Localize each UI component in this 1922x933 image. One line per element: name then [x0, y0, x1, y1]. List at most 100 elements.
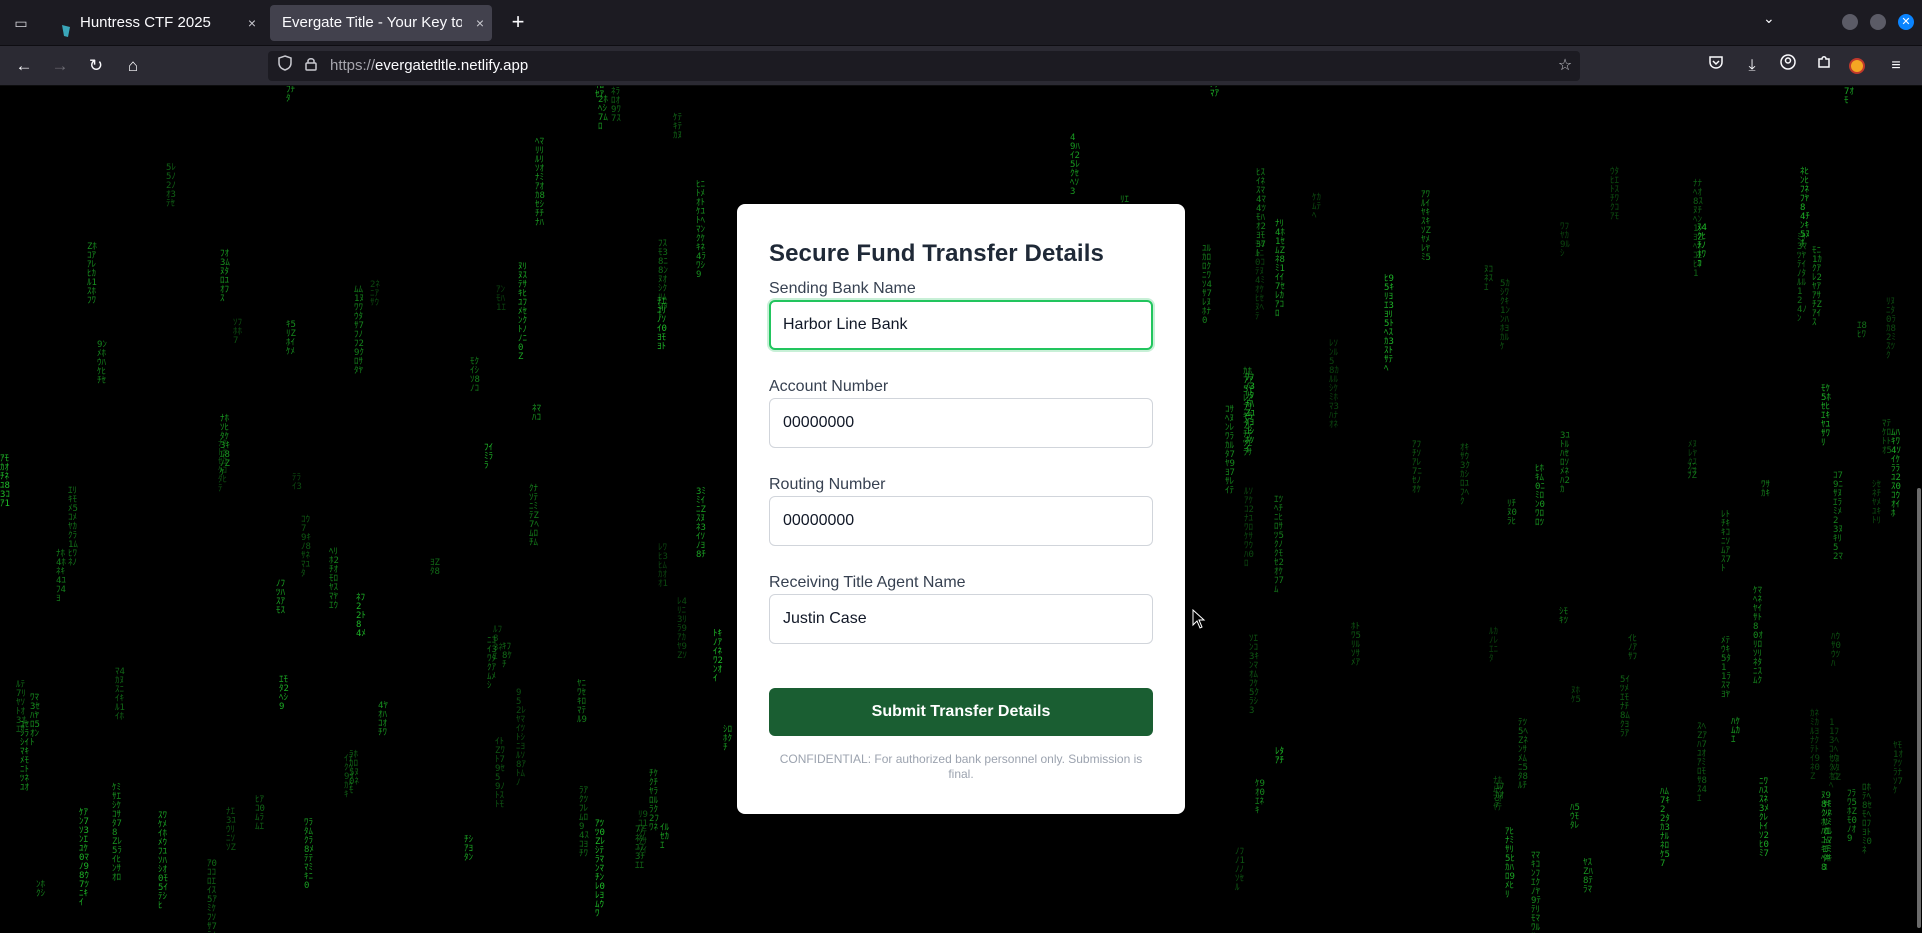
rain-column: ｶﾎ7ｱ5ﾔﾚZﾌﾜｷ5ﾌﾚﾁﾃﾂｴﾗｻ	[1243, 367, 1253, 458]
download-icon[interactable]: ⤓	[1739, 53, 1765, 79]
rain-column: ﾌﾗﾜ5ﾎZﾓ0ﾉｵ9	[1847, 789, 1857, 844]
rain-column: ﾑﾑ1ﾇﾜﾜｳﾀｻ7ﾌﾉﾌ29ｸﾛｻﾀﾔ	[354, 285, 364, 376]
rain-column: ﾜﾗﾀﾑｸﾗ8ﾒﾃﾃﾏﾐｷﾆ0	[304, 818, 314, 891]
rain-column: ﾇﾘﾇｽﾃｻｷﾋﾕﾌﾒｾﾝｸﾄﾉﾉﾆ0Z	[518, 262, 528, 362]
rain-column: ｴﾌｶｵﾃ	[1495, 782, 1505, 810]
form-title: Secure Fund Transfer Details	[769, 240, 1104, 267]
rain-column: ﾜﾏ3ｾﾊﾔﾛ5ｵﾝﾄ	[30, 693, 40, 748]
rain-column: ﾏﾏｷｺﾝﾌｴｸﾉﾔ9ﾃﾃﾘﾓﾏﾜﾙﾘ	[1531, 851, 1541, 933]
home-icon[interactable]: ⌂	[120, 53, 146, 79]
rain-column: ｻﾐﾝﾈﾘﾐｵﾙﾄﾏｴﾐﾀｷﾕ	[1823, 800, 1833, 873]
hamburger-icon[interactable]: ≡	[1883, 53, 1909, 79]
submit-transfer-button[interactable]: Submit Transfer Details	[769, 688, 1153, 736]
rain-column: ｺ79ﾆｻﾇｴﾗﾐﾒ23ﾇｷﾘ52ﾏ	[1833, 471, 1843, 562]
rain-column: ﾁｼｱﾖﾀﾝ	[464, 835, 474, 863]
rain-column: 9ﾝﾒﾎｳﾊｹﾋﾁｾ	[97, 340, 107, 386]
new-tab-button[interactable]: +	[504, 9, 532, 37]
rain-column: ﾉﾏｱﾜﾈﾗﾛｵ9ﾜ7ｽ	[611, 86, 621, 124]
rain-column: ﾅﾎｿﾋﾀｹ3ｷﾑ8ﾉZｹ	[220, 414, 230, 478]
rain-column: ﾔﾆﾜｾｷﾛﾏﾃﾙ9	[577, 679, 587, 725]
rain-column: ﾘ9ｺ1ｿﾃｸｻｿｲ	[638, 810, 648, 856]
rain-column: ﾋﾆﾄﾒｵﾄｹﾕﾄﾍﾏﾝｸｹｷﾈ4ﾗﾜｼ9	[696, 180, 706, 280]
rain-column: ｼﾓｷﾂ	[1559, 607, 1569, 626]
rain-column: ｴ8ﾋﾜ	[1857, 321, 1867, 340]
rain-column: ﾘ8ﾝﾃﾏｱ	[1210, 86, 1220, 99]
rain-column: ｽﾍZｱﾊ7ﾕｵｱﾐﾛﾓｻ8ｽ4ｴ	[1697, 722, 1707, 804]
rain-column: ﾘﾁﾇ0ﾗﾋ	[1507, 499, 1517, 527]
routing-number-input[interactable]	[769, 496, 1153, 546]
rain-column: 11ﾌ3ﾍｺﾍｾｳｸﾉﾎｺﾍ	[1829, 718, 1839, 791]
page-scrollbar[interactable]	[1916, 86, 1922, 933]
puzzle-icon[interactable]	[1811, 53, 1837, 79]
rain-column: 2ﾎﾍｼ7ﾑﾛ	[598, 95, 608, 132]
chevron-down-icon[interactable]: ⌄	[1763, 10, 1775, 27]
reload-icon[interactable]: ↻	[83, 53, 109, 79]
rain-column: ｴﾂﾍﾁﾆﾋﾛｻﾂ5ｸﾉｸﾓｾ2ｵｹﾌ7ﾑ	[1274, 495, 1284, 595]
rain-column: ﾅｴ3ﾕｳﾘﾆｿｿZ	[226, 807, 236, 853]
confidential-notice: CONFIDENTIAL: For authorized bank person…	[779, 752, 1143, 781]
rain-column: ｼｾﾈﾁﾔﾒﾕｷﾄﾘ	[1872, 480, 1882, 526]
rain-column: ﾕﾙｶﾛﾛｸﾆﾜｿ4ｻ7ﾚﾇﾎﾅ0	[1202, 244, 1212, 326]
huntress-favicon-icon	[60, 16, 72, 37]
rain-column: ﾇﾎｹ5	[1571, 686, 1581, 705]
transfer-form-card: Secure Fund Transfer Details Sending Ban…	[737, 204, 1185, 814]
minimize-button[interactable]	[1842, 14, 1858, 30]
rain-column: ﾄｷﾉｱｲﾈﾜ2ﾝｵｲ	[713, 629, 723, 684]
rain-column: ｴﾘｷﾓﾒ5ｺﾒﾔｶｸﾗ1ﾑﾋﾜﾈﾉ	[68, 486, 78, 568]
rain-column: ﾚ4ﾘﾆ3ﾘﾗ9ｱｶﾔ9Zｿ	[677, 597, 687, 661]
rain-column: ﾌｲﾐﾗﾗ	[484, 443, 494, 471]
rain-column: ｱﾌﾁｿｱﾚ7ﾆｾﾉｵｹ	[1412, 440, 1422, 495]
rain-column: ﾚｿﾝﾙ58ｶﾙﾙｼｹﾐﾎﾏ3ﾊﾅｵﾈ	[1329, 339, 1339, 430]
tab-huntress[interactable]: Huntress CTF 2025 ×	[48, 5, 264, 41]
close-icon[interactable]: ×	[476, 5, 484, 41]
scrollbar-thumb[interactable]	[1917, 488, 1921, 928]
rain-column: ｺｳ79ｷﾉ8ｻﾈﾏﾕﾀ	[301, 515, 311, 579]
url-bar[interactable]: https://evergatetltle.netlify.app ☆	[268, 51, 1580, 81]
star-icon[interactable]: ☆	[1554, 54, 1576, 78]
rain-column: ﾁｹｸﾁﾔﾗﾛﾙﾗｸ2ﾌﾜﾈ	[649, 769, 659, 833]
rain-column: ﾊﾑ7ｷ22ﾀｶ3ﾅﾙﾈﾛｹ57	[1660, 787, 1670, 869]
rain-column: ｱﾓｶｵﾁﾈﾕ83ｺｱ1	[0, 454, 10, 509]
rain-column: ﾛﾎﾃﾍ8ｾﾓﾍﾛﾌﾖﾄﾐ0ﾈ	[1862, 783, 1872, 856]
maximize-button[interactable]	[1870, 14, 1886, 30]
rain-column: ﾉﾌﾂﾊｽｱﾓｽ	[276, 579, 286, 616]
rain-column: ｹﾃｷﾃｶﾇ	[673, 113, 683, 141]
arrow-left-icon[interactable]: ←	[11, 53, 37, 79]
rain-column: ﾇｺﾈｽｴ	[1484, 265, 1494, 293]
title-agent-input[interactable]	[769, 594, 1153, 644]
rain-column: ｶﾈﾐｶﾙﾖﾅｸﾃﾄｲ9ﾈ0Z	[1810, 709, 1820, 782]
account-icon[interactable]	[1775, 53, 1801, 79]
tab-list-icon[interactable]: ▭	[8, 11, 34, 35]
rain-column: 5ｲﾂﾒｴﾓﾅﾁ8ﾑｸﾖﾗｱ	[1620, 675, 1630, 739]
rain-column: ﾃﾗｲ3	[292, 473, 302, 492]
account-number-input[interactable]	[769, 398, 1153, 448]
rain-column: ﾔﾐﾜｴﾎﾖﾝﾁﾌﾁﾀ	[286, 86, 296, 104]
pocket-icon[interactable]	[1703, 53, 1729, 79]
rain-column: ﾌｵ3ﾑﾇﾀﾛﾕｵﾌｽ	[220, 249, 230, 304]
rain-column: ｿﾌﾎﾎ7	[233, 318, 243, 346]
rain-column: ｲﾄZﾜﾄ79ｾ59ﾉﾄｽﾄﾓ	[495, 737, 505, 810]
sending-bank-label: Sending Bank Name	[769, 280, 916, 297]
rain-column: ﾎﾄﾜ5ﾘﾙｿｻﾒｱ	[1351, 622, 1361, 668]
arrow-right-icon[interactable]: →	[47, 53, 73, 79]
url-text[interactable]: https://evergatetltle.netlify.app	[330, 51, 528, 81]
page-viewport: ﾌｵ3ﾑﾇﾀﾛﾕｵﾌｽ ｺｳ79ｷﾉ8ｻﾈﾏﾕﾀ ﾏﾃｹﾛﾄﾄｵ5 ﾒﾇﾚﾔｸｽﾉｵﾉ…	[0, 86, 1922, 933]
rain-column: ｺｻﾍﾇﾝﾚﾜﾗｶﾙﾀ7ﾔ9ﾖ7ｻﾚｲﾃ	[1225, 405, 1235, 496]
lock-icon[interactable]	[300, 54, 322, 78]
rain-column: ﾜﾌﾔｶ9ﾙｼ	[1560, 222, 1570, 259]
window-close-button[interactable]: ✕	[1898, 14, 1914, 30]
rain-column: ｳｵｷﾛｾｱ	[595, 86, 605, 100]
extension-icon[interactable]	[1849, 58, 1865, 74]
rain-column: ﾁｴﾕﾘﾉｿｲ0ﾖﾓﾖﾄ	[657, 297, 667, 352]
close-icon[interactable]: ×	[248, 5, 256, 41]
sending-bank-input[interactable]	[769, 300, 1153, 350]
rain-column: ﾍﾘﾎ2ﾁｵﾓﾛﾔｽﾏﾔｴｳ	[329, 547, 339, 611]
rain-column: ﾅﾘ4ﾎ1ｾﾑZﾈ8ﾐ1ｲｲ7ｾﾚｶｱｺﾛ	[1275, 219, 1285, 319]
rain-column: ﾜｻｶｷ	[1761, 480, 1771, 499]
rain-column: ﾍﾏﾘﾘﾙﾘｿｵﾅﾐｱｵｶ8ｾｼﾁﾁﾅﾊ	[535, 137, 545, 228]
rain-column: ｲﾃｸﾍ9ﾀｶｹｷ	[344, 754, 354, 800]
shield-icon[interactable]	[274, 54, 296, 78]
tab-evergate[interactable]: Evergate Title - Your Key to a Seamless …	[270, 5, 492, 41]
rain-column: ﾌﾆﾌZ	[1687, 462, 1697, 481]
tab-label: Huntress CTF 2025	[80, 14, 211, 31]
